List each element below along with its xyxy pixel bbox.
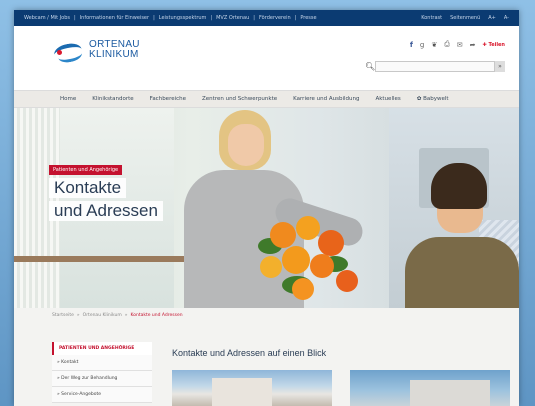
website-page: Webcam / Mit Jobs | Informationen für Ei… bbox=[14, 10, 519, 406]
nav-item-karriere[interactable]: Karriere und Ausbildung bbox=[293, 96, 359, 102]
sidebar-item-behandlung[interactable]: » Der Weg zur Behandlung bbox=[52, 371, 152, 387]
mail-icon[interactable]: ✉ bbox=[457, 41, 463, 49]
location-photo-2[interactable] bbox=[350, 370, 510, 406]
main-navigation: Home Klinikstandorte Fachbereiche Zentre… bbox=[14, 90, 519, 108]
site-header: ORTENAU KLINIKUM f g ❦ ⎙ ✉ ➦ ✚ Teilen 🔍︎… bbox=[14, 26, 519, 90]
hero-man-figure bbox=[399, 163, 519, 308]
search-icon: 🔍︎ bbox=[365, 61, 376, 71]
hero-caption: Patienten und Angehörige Kontakte und Ad… bbox=[49, 156, 163, 221]
location-photo-1[interactable] bbox=[172, 370, 332, 406]
top-tools: Kontrast Seitenmenü A+ A- bbox=[421, 15, 509, 21]
font-increase-button[interactable]: A+ bbox=[488, 15, 496, 21]
nav-item-klinikstandorte[interactable]: Klinikstandorte bbox=[92, 96, 133, 102]
hero-image: Patienten und Angehörige Kontakte und Ad… bbox=[14, 108, 519, 308]
rss-icon[interactable]: ➦ bbox=[470, 41, 476, 49]
hero-tag: Patienten und Angehörige bbox=[49, 165, 123, 175]
hero-title-line2: und Adressen bbox=[49, 201, 163, 221]
sidebar-title[interactable]: PATIENTEN UND ANGEHÖRIGE bbox=[52, 342, 152, 355]
nav-item-babywelt[interactable]: ✿ Babywelt bbox=[417, 96, 449, 102]
sitemap-link[interactable]: Seitenmenü bbox=[450, 15, 480, 21]
sidebar-item-kontakt[interactable]: » Kontakt bbox=[52, 355, 152, 371]
nav-item-zentren[interactable]: Zentren und Schwerpunkte bbox=[202, 96, 277, 102]
search-input[interactable] bbox=[375, 60, 495, 72]
print-icon[interactable]: ⎙ bbox=[444, 40, 450, 49]
top-link-foerderverein[interactable]: Förderverein bbox=[259, 15, 291, 21]
page-title: Kontakte und Adressen auf einen Blick bbox=[172, 348, 327, 358]
logo-mark-icon bbox=[52, 40, 84, 65]
hero-rail bbox=[14, 256, 184, 262]
nav-item-fachbereiche[interactable]: Fachbereiche bbox=[150, 96, 186, 102]
top-link-webcam[interactable]: Webcam / Mit Jobs bbox=[24, 15, 70, 21]
logo-line2: KLINIKUM bbox=[89, 49, 139, 60]
nav-item-aktuelles[interactable]: Aktuelles bbox=[375, 96, 400, 102]
top-bar: Webcam / Mit Jobs | Informationen für Ei… bbox=[14, 10, 519, 26]
breadcrumb-item-home[interactable]: Startseite bbox=[52, 313, 74, 318]
social-icons: f g ❦ ⎙ ✉ ➦ ✚ Teilen bbox=[410, 40, 505, 49]
background-frame: Webcam / Mit Jobs | Informationen für Ei… bbox=[0, 0, 535, 406]
top-links: Webcam / Mit Jobs | Informationen für Ei… bbox=[24, 15, 317, 21]
breadcrumb-item-klinikum[interactable]: Ortenau Klinikum bbox=[83, 313, 122, 318]
nav-item-home[interactable]: Home bbox=[60, 96, 76, 102]
twitter-icon[interactable]: ❦ bbox=[431, 41, 437, 49]
top-link-mvz[interactable]: MVZ Ortenau bbox=[216, 15, 249, 21]
facebook-icon[interactable]: f bbox=[410, 41, 413, 49]
share-button[interactable]: ✚ Teilen bbox=[483, 42, 505, 48]
font-decrease-button[interactable]: A- bbox=[504, 15, 509, 21]
logo[interactable]: ORTENAU KLINIKUM bbox=[52, 40, 140, 65]
search-submit-button[interactable]: » bbox=[495, 60, 505, 72]
top-link-presse[interactable]: Presse bbox=[300, 15, 316, 21]
content-area: PATIENTEN UND ANGEHÖRIGE » Kontakt » Der… bbox=[14, 320, 519, 406]
sidebar: PATIENTEN UND ANGEHÖRIGE » Kontakt » Der… bbox=[52, 342, 152, 403]
sidebar-item-service[interactable]: » Service-Angebote bbox=[52, 387, 152, 403]
googleplus-icon[interactable]: g bbox=[420, 41, 424, 49]
contrast-toggle[interactable]: Kontrast bbox=[421, 15, 442, 21]
breadcrumb-item-current: Kontakte und Adressen bbox=[130, 312, 183, 318]
hero-flowers bbox=[252, 216, 362, 308]
hero-title-line1: Kontakte bbox=[49, 178, 127, 198]
top-link-leistung[interactable]: Leistungsspektrum bbox=[159, 15, 207, 21]
search-box: 🔍︎ » bbox=[365, 60, 505, 72]
top-link-einweiser[interactable]: Informationen für Einweiser bbox=[80, 15, 149, 21]
